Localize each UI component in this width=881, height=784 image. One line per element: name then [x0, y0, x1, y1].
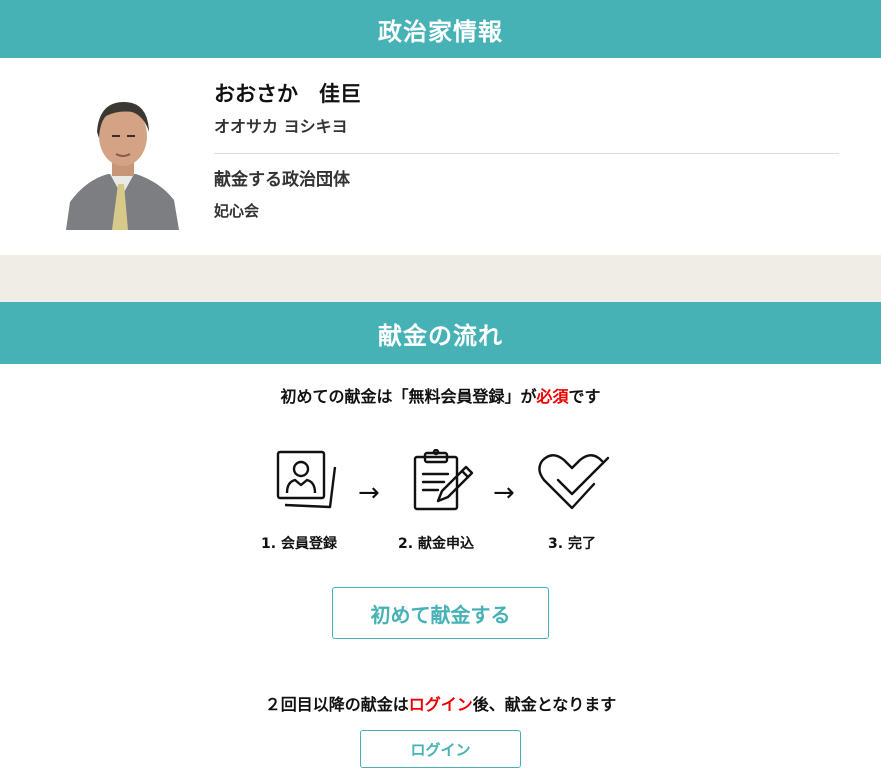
step-1-label: 1. 会員登録 — [261, 536, 337, 552]
repeat-donation-note-text: ２回目以降の献金は — [264, 695, 409, 714]
arrow-right-icon: → — [493, 478, 515, 508]
required-text: 必須 — [536, 387, 569, 406]
donation-flow: 初めての献金は「無料会員登録」が必須です → → 1. 会員登録 2. 献金申込… — [0, 364, 881, 784]
clipboard-pen-icon — [410, 448, 476, 517]
login-emphasis-text: ログイン — [408, 695, 473, 714]
first-donation-note-end: です — [568, 387, 601, 406]
first-donation-note: 初めての献金は「無料会員登録」が必須です — [0, 386, 881, 408]
politician-profile: おおさか 佳巨 オオサカ ヨシキヨ 献金する政治団体 妃心会 — [0, 58, 881, 255]
donation-flow-header: 献金の流れ — [0, 302, 881, 364]
page-title: 政治家情報 — [378, 17, 503, 46]
login-button[interactable]: ログイン — [360, 730, 521, 768]
heart-check-icon — [536, 452, 612, 516]
repeat-donation-note: ２回目以降の献金はログイン後、献金となります — [0, 694, 881, 716]
politician-info-header: 政治家情報 — [0, 0, 881, 58]
divider — [214, 153, 839, 154]
step-3-label: 3. 完了 — [548, 536, 596, 552]
member-card-icon — [275, 449, 339, 517]
politician-info: おおさか 佳巨 オオサカ ヨシキヨ 献金する政治団体 妃心会 — [214, 80, 839, 221]
section-gap — [0, 255, 881, 302]
first-donation-button[interactable]: 初めて献金する — [332, 587, 549, 639]
politician-name: おおさか 佳巨 — [214, 82, 361, 106]
step-2-label: 2. 献金申込 — [398, 536, 474, 552]
repeat-donation-note-end: 後、献金となります — [472, 695, 617, 714]
arrow-right-icon: → — [358, 478, 380, 508]
politician-kana: オオサカ ヨシキヨ — [214, 117, 348, 136]
org-label: 献金する政治団体 — [214, 170, 350, 190]
flow-title: 献金の流れ — [378, 321, 503, 350]
first-donation-note-text: 初めての献金は「無料会員登録」が — [280, 387, 537, 406]
org-name: 妃心会 — [214, 202, 260, 220]
politician-photo — [66, 92, 179, 230]
